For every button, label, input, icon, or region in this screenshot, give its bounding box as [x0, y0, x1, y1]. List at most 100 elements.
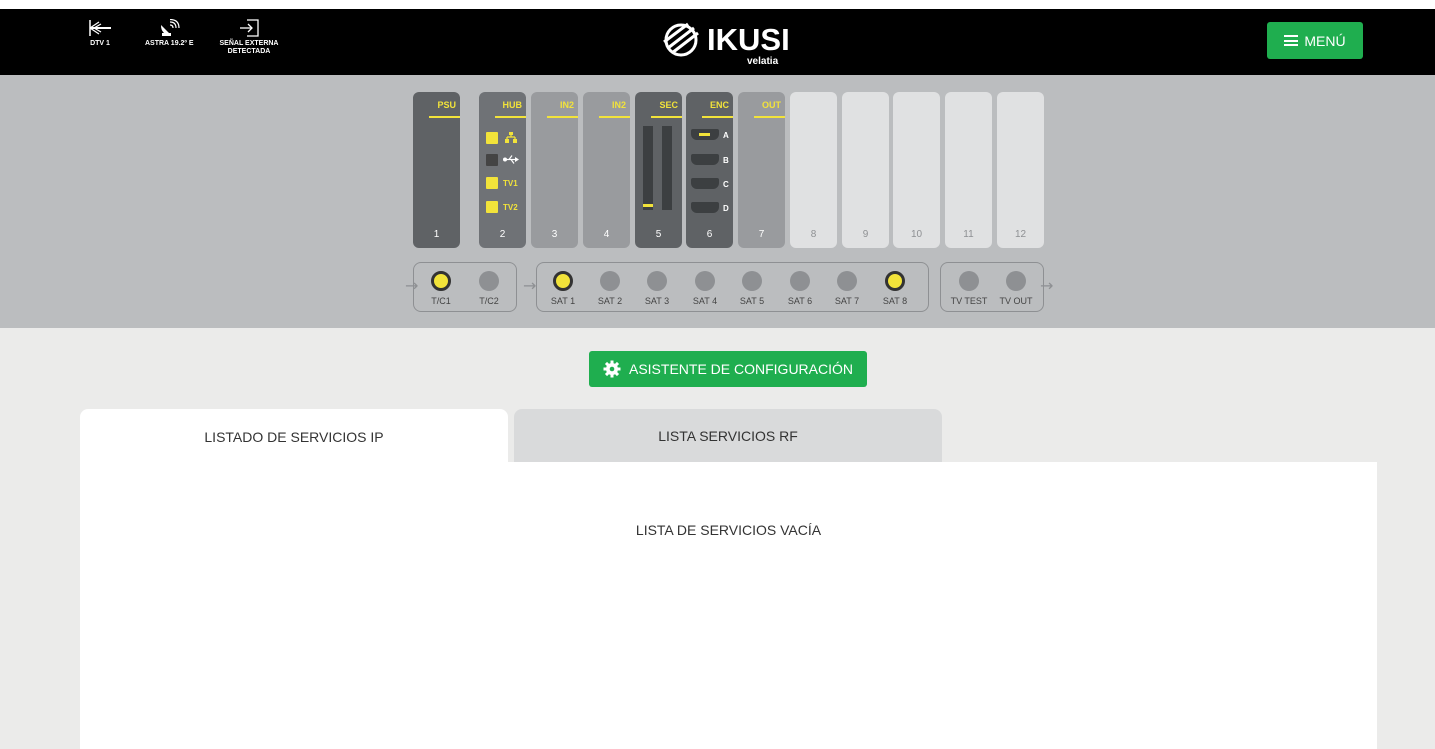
led-tv-out[interactable]: [1006, 271, 1026, 291]
slot-12[interactable]: 12: [997, 92, 1044, 248]
led-sat3[interactable]: [647, 271, 667, 291]
satellite-inputs: SAT 1 SAT 2 SAT 3 SAT 4 SAT 5 SAT 6 SAT …: [536, 262, 929, 312]
slot-8[interactable]: 8: [790, 92, 837, 248]
led-label: SAT 4: [692, 296, 718, 306]
led-sat8[interactable]: [885, 271, 905, 291]
slot-7[interactable]: OUT 7: [738, 92, 785, 248]
configuration-wizard-button[interactable]: ASISTENTE DE CONFIGURACIÓN: [589, 351, 867, 387]
slot-number: 9: [862, 229, 869, 240]
led-label: SAT 1: [550, 296, 576, 306]
led-sat7[interactable]: [837, 271, 857, 291]
slot-1[interactable]: PSU 1: [413, 92, 460, 248]
terrestrial-inputs: T/C1 T/C2: [413, 262, 517, 312]
status-external: SEÑAL EXTERNA DETECTADA: [214, 19, 284, 56]
ikusi-logo: IKUSI velatia: [662, 22, 792, 67]
hub-port-tv1: [486, 177, 498, 189]
led-sat5[interactable]: [742, 271, 762, 291]
led-label: TV TEST: [950, 296, 988, 306]
slot-2[interactable]: HUB TV1 TV2 2: [479, 92, 526, 248]
logo-name: IKUSI: [707, 22, 790, 57]
slot-number: 7: [758, 229, 765, 240]
slot-label: HUB: [502, 100, 523, 110]
status-external-label: SEÑAL EXTERNA DETECTADA: [219, 40, 279, 55]
slot-label: PSU: [437, 100, 456, 110]
satellite-dish-icon: [161, 19, 180, 36]
led-tv-test[interactable]: [959, 271, 979, 291]
slot-number: 2: [499, 229, 506, 240]
status-satellite-label: ASTRA 19.2º E: [145, 40, 194, 47]
led-tc1[interactable]: [431, 271, 451, 291]
gear-icon: [603, 360, 621, 378]
slot-underline: [429, 116, 460, 118]
top-bar: DTV 1 ASTRA 19.2º E SEÑAL EXTERNA DETECT…: [0, 9, 1435, 75]
led-label: T/C2: [479, 296, 499, 306]
sec-level-indicator: [643, 204, 653, 207]
slot-label: SEC: [659, 100, 678, 110]
slot-10[interactable]: 10: [893, 92, 940, 248]
slot-underline: [599, 116, 630, 118]
led-label: SAT 8: [882, 296, 908, 306]
sec-bar-left: [643, 126, 653, 210]
app-root: DTV 1 ASTRA 19.2º E SEÑAL EXTERNA DETECT…: [0, 0, 1435, 749]
slot-label: OUT: [762, 100, 781, 110]
slot-underline: [651, 116, 682, 118]
tab-label: LISTADO DE SERVICIOS IP: [204, 429, 384, 445]
enc-port-label: C: [723, 180, 729, 189]
slot-underline: [495, 116, 526, 118]
enc-port-a: [691, 129, 719, 140]
slot-number: 6: [706, 229, 713, 240]
slot-5[interactable]: SEC 5: [635, 92, 682, 248]
enc-port-b: [691, 154, 719, 165]
slot-number: 4: [603, 229, 610, 240]
ikusi-logo-mark: [663, 22, 699, 57]
enc-port-c: [691, 178, 719, 189]
slot-label: IN2: [559, 100, 574, 110]
led-tc2[interactable]: [479, 271, 499, 291]
slot-underline: [547, 116, 578, 118]
tab-label: LISTA SERVICIOS RF: [658, 428, 798, 444]
logo-sub: velatia: [747, 56, 779, 67]
led-sat6[interactable]: [790, 271, 810, 291]
led-label: TV OUT: [999, 296, 1033, 306]
menu-button[interactable]: MENÚ: [1267, 22, 1363, 59]
enc-port-d: [691, 202, 719, 213]
menu-label: MENÚ: [1304, 32, 1346, 49]
rack-panel: PSU 1 HUB TV1 TV2 2 IN2 3 IN2 4 SEC 5 EN…: [0, 75, 1435, 328]
led-label: SAT 6: [787, 296, 813, 306]
slot-3[interactable]: IN2 3: [531, 92, 578, 248]
slot-number: 12: [1014, 229, 1027, 240]
slot-4[interactable]: IN2 4: [583, 92, 630, 248]
slot-label: ENC: [709, 100, 729, 110]
slot-11[interactable]: 11: [945, 92, 992, 248]
wizard-label: ASISTENTE DE CONFIGURACIÓN: [628, 361, 854, 377]
tab-rf-services[interactable]: LISTA SERVICIOS RF: [514, 409, 942, 463]
led-sat4[interactable]: [695, 271, 715, 291]
led-sat1[interactable]: [553, 271, 573, 291]
led-label: SAT 5: [739, 296, 765, 306]
slot-number: 11: [963, 229, 974, 240]
status-dtv-label: DTV 1: [90, 40, 110, 47]
slot-6[interactable]: ENC A B C D 6: [686, 92, 733, 248]
status-dtv: DTV 1: [87, 19, 113, 48]
hub-port-label: TV1: [503, 179, 518, 188]
hub-port-usb: [486, 154, 498, 166]
sec-bar-right: [662, 126, 672, 210]
hub-port-network: [486, 132, 498, 144]
hub-port-label: TV2: [503, 203, 518, 212]
slot-label: IN2: [611, 100, 626, 110]
output-arrow-icon: →: [1040, 276, 1054, 295]
enc-port-label: B: [723, 156, 729, 165]
input-arrow-icon: →: [523, 276, 537, 295]
usb-icon: [503, 155, 519, 164]
tab-ip-services[interactable]: LISTADO DE SERVICIOS IP: [80, 409, 508, 465]
outputs: TV TEST TV OUT: [940, 262, 1044, 312]
enc-port-label: A: [723, 131, 729, 140]
services-panel: LISTA DE SERVICIOS VACÍA: [80, 462, 1377, 749]
slot-9[interactable]: 9: [842, 92, 889, 248]
external-input-icon: [240, 19, 259, 37]
enc-port-label: D: [723, 204, 729, 213]
hamburger-icon: [1284, 35, 1299, 46]
led-sat2[interactable]: [600, 271, 620, 291]
network-icon: [505, 132, 517, 143]
main-area: ASISTENTE DE CONFIGURACIÓN LISTADO DE SE…: [0, 328, 1435, 749]
